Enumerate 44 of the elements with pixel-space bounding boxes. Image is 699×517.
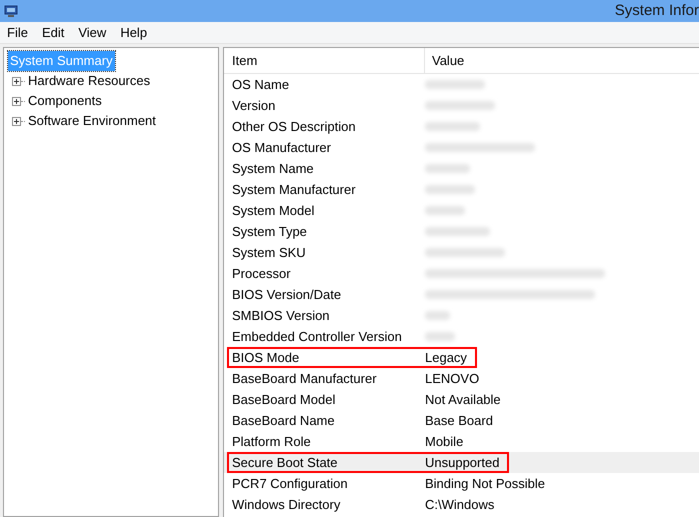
tree-item[interactable]: Hardware Resources (26, 71, 152, 91)
table-cell-text: OS Name (231, 76, 290, 94)
table-cell-text: PCR7 Configuration (231, 474, 349, 493)
table-cell-text: SMBIOS Version (231, 306, 331, 325)
tree-item[interactable]: Components (26, 91, 104, 111)
table-cell-text: BIOS Mode (231, 348, 300, 367)
table-cell-text: Processor (231, 264, 292, 283)
window-title: System Infor (614, 0, 699, 21)
table-cell-text: Binding Not Possible (425, 474, 545, 493)
table-cell-text: Other OS Description (231, 118, 357, 136)
column-header[interactable]: Item (224, 48, 425, 73)
table-cell-text: BIOS Version/Date (231, 286, 342, 304)
computer-icon (4, 4, 18, 18)
table-cell-text: BaseBoard Name (231, 412, 336, 430)
table-cell-text: System SKU (231, 244, 307, 262)
expand-icon[interactable] (12, 96, 21, 106)
table-cell-text: System Name (231, 160, 315, 178)
menu-item[interactable]: Edit (42, 22, 64, 42)
table-cell-text: System Type (231, 222, 308, 241)
table-cell-text: Legacy (425, 348, 467, 367)
table-cell-text: Not Available (425, 390, 501, 409)
menu-item[interactable]: View (78, 22, 106, 42)
column-header[interactable]: Value (425, 48, 699, 73)
table-cell-text: Base Board (425, 412, 493, 430)
table-cell-text: Version (231, 96, 276, 115)
tree-item[interactable]: Software Environment (26, 111, 158, 131)
table-cell-text: Platform Role (231, 432, 312, 451)
expand-icon[interactable] (12, 116, 21, 126)
table-row[interactable]: Secure Boot State Unsupported (224, 452, 699, 473)
table-cell-text: BaseBoard Manufacturer (231, 370, 378, 388)
table-cell-text: LENOVO (425, 370, 480, 388)
table-cell-text: System Manufacturer (231, 180, 357, 199)
table-cell-text: Mobile (425, 432, 464, 451)
table-cell-text: Unsupported (425, 454, 500, 472)
menu-item[interactable]: File (7, 22, 28, 42)
table-cell-text: Secure Boot State (231, 454, 339, 472)
table-cell-text: Embedded Controller Version (231, 328, 403, 346)
table-cell-text: BaseBoard Model (231, 390, 336, 409)
table-cell-text: OS Manufacturer (231, 138, 332, 157)
table-cell-text: C:\Windows (425, 496, 494, 514)
expand-icon[interactable] (12, 76, 21, 86)
table-cell-text: System Model (231, 202, 316, 220)
table-cell-text: Windows Directory (231, 496, 342, 514)
menu-item[interactable]: Help (120, 22, 148, 42)
